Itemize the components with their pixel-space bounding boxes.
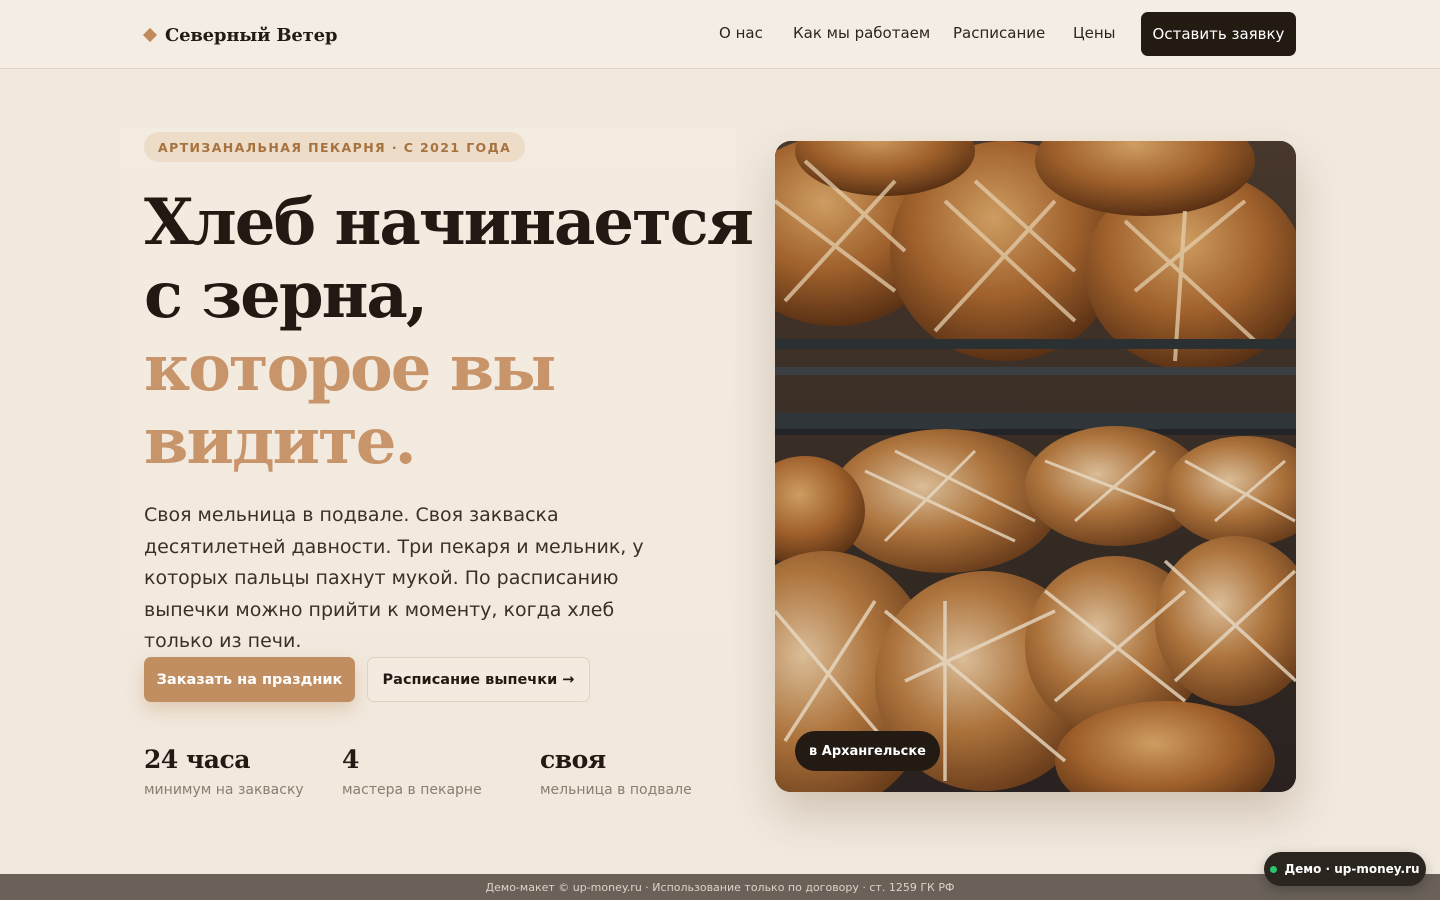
footer-disclaimer: Демо-макет © up-money.ru · Использование… [0,874,1440,900]
stat-value: 24 часа [144,745,250,774]
status-dot-icon [1270,865,1278,873]
demo-badge-label: Демо · up-money.ru [1284,862,1420,876]
bread-photo [775,141,1296,792]
headline-accent-line: видите. [144,404,417,479]
baking-schedule-button[interactable]: Расписание выпечки → [367,657,590,702]
headline-accent-line: которое вы [144,331,556,406]
headline-line: Хлеб начинается [144,185,754,260]
demo-badge[interactable]: Демо · up-money.ru [1264,852,1426,886]
leave-request-button[interactable]: Оставить заявку [1141,12,1296,56]
location-tag: в Архангельске [795,731,940,771]
hero-lead-text: Своя мельница в подвале. Своя закваска д… [144,504,644,652]
stat-item: 24 часа минимум на закваску [144,744,304,798]
diamond-logo-icon [142,27,158,43]
stat-label: минимум на закваску [144,782,304,798]
site-header: Северный Ветер О нас Как мы работаем Рас… [0,0,1440,69]
nav-link-about[interactable]: О нас [719,24,763,42]
stat-label: мастера в пекарне [342,782,482,798]
stat-value: своя [540,745,606,774]
stat-value: 4 [342,745,359,774]
logo-text: Северный Ветер [165,24,338,46]
stat-label: мельница в подвале [540,782,692,798]
logo[interactable]: Северный Ветер [142,22,338,48]
headline-line: с зерна, [144,258,428,333]
order-for-holiday-button[interactable]: Заказать на праздник [144,657,355,702]
stat-item: 4 мастера в пекарне [342,744,482,798]
hero-badge: АРТИЗАНАЛЬНАЯ ПЕКАРНЯ · С 2021 ГОДА [144,132,526,162]
nav-link-how-we-work[interactable]: Как мы работаем [793,24,930,42]
bread-loaves-illustration [775,141,1296,792]
hero-headline: Хлеб начинается с зерна, которое вы види… [144,185,754,479]
nav-link-prices[interactable]: Цены [1073,24,1116,42]
nav-link-schedule[interactable]: Расписание [953,24,1045,42]
stat-item: своя мельница в подвале [540,744,692,798]
